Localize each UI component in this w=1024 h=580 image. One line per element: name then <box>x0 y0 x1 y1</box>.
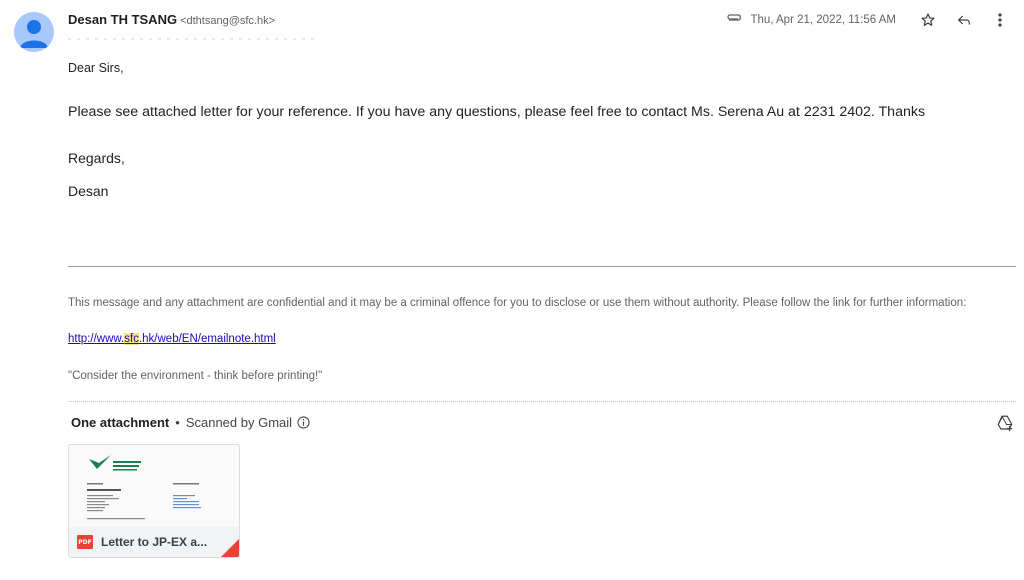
attachment-thumbnail <box>69 445 239 527</box>
sender-name[interactable]: Desan TH TSANG <box>68 12 177 27</box>
scanned-label: Scanned by Gmail <box>185 415 293 430</box>
link-suffix[interactable]: .hk/web/EN/emailnote.html <box>139 333 276 345</box>
sender-line: Desan TH TSANG <dthtsang@sfc.hk> <box>68 12 275 27</box>
message-date: Thu, Apr 21, 2022, 11:56 AM <box>750 14 896 26</box>
attachment-header: One attachment • Scanned by Gmail <box>71 415 310 430</box>
signature: Desan <box>68 183 109 199</box>
attachment-footer: PDF Letter to JP-EX a... <box>69 527 239 557</box>
attachment-filename[interactable]: Letter to JP-EX a... <box>101 535 207 549</box>
regards: Regards, <box>68 150 125 166</box>
pdf-corner-fold <box>221 539 239 557</box>
greeting: Dear Sirs, <box>68 61 124 75</box>
signature-divider <box>68 266 1016 267</box>
paperclip-icon <box>726 14 744 26</box>
attachment-count: One attachment <box>71 415 170 430</box>
star-icon[interactable] <box>914 10 942 30</box>
sender-avatar[interactable] <box>14 12 54 52</box>
attachment-separator <box>68 401 1016 402</box>
recipient-line-fragment <box>68 38 318 40</box>
environment-notice: "Consider the environment - think before… <box>68 370 323 382</box>
add-to-drive-icon[interactable] <box>996 414 1014 432</box>
person-icon <box>20 20 48 48</box>
reply-icon[interactable] <box>950 10 978 30</box>
link-prefix[interactable]: http://www. <box>68 333 124 345</box>
separator-dot: • <box>175 415 180 430</box>
link-highlight[interactable]: sfc <box>124 333 139 345</box>
more-vert-icon[interactable] <box>986 10 1014 30</box>
message-actions: Thu, Apr 21, 2022, 11:56 AM <box>726 10 1014 30</box>
document-preview-icon <box>87 455 201 520</box>
email-note-link[interactable]: http://www.sfc.hk/web/EN/emailnote.html <box>68 333 276 345</box>
pdf-icon: PDF <box>77 535 93 549</box>
info-icon[interactable] <box>297 416 310 429</box>
attachment-card[interactable]: PDF Letter to JP-EX a... <box>68 444 240 558</box>
confidentiality-notice: This message and any attachment are conf… <box>68 297 967 309</box>
sender-email: <dthtsang@sfc.hk> <box>180 15 276 27</box>
message-body: Please see attached letter for your refe… <box>68 104 926 120</box>
